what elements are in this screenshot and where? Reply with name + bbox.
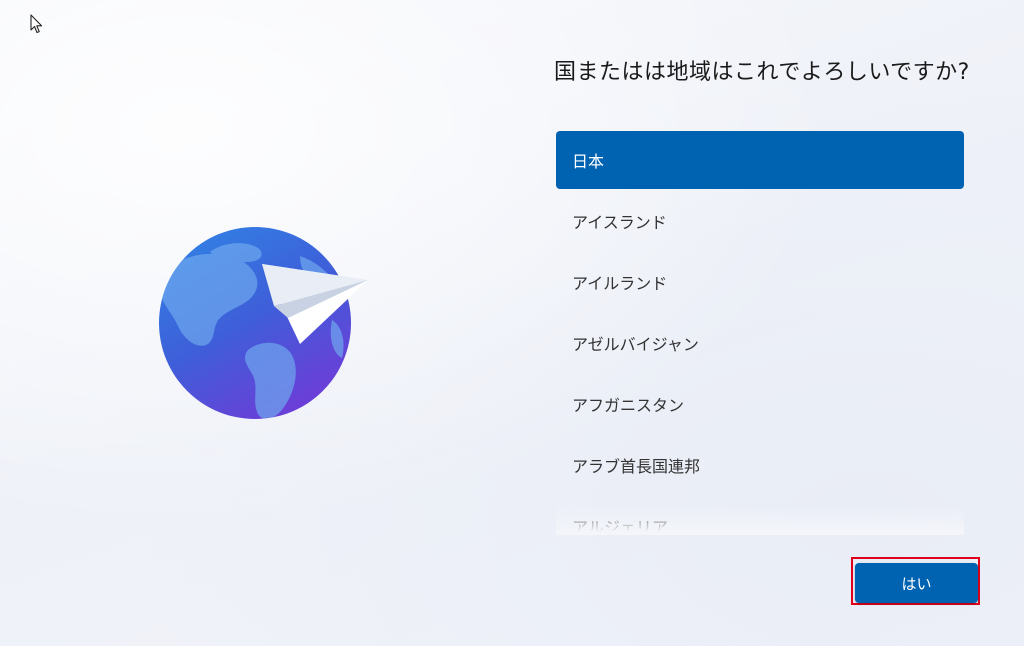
list-item-ireland[interactable]: アイルランド (556, 253, 964, 311)
mouse-pointer-icon (30, 14, 43, 34)
list-item-japan[interactable]: 日本 (556, 131, 964, 189)
list-item-uae[interactable]: アラブ首長国連邦 (556, 436, 964, 494)
oobe-region-screen: 国またはは地域はこれでよろしいですか? 日本 アイスランド アイルランド アゼル… (0, 0, 1024, 646)
page-title: 国またはは地域はこれでよろしいですか? (554, 60, 970, 85)
list-item-algeria[interactable]: アルジェリア (556, 497, 964, 531)
list-item-afghanistan[interactable]: アフガニスタン (556, 375, 964, 433)
list-item-azerbaijan[interactable]: アゼルバイジャン (556, 314, 964, 372)
yes-button[interactable]: はい (855, 563, 978, 603)
globe-paper-plane-icon (159, 227, 368, 419)
list-item-iceland[interactable]: アイスランド (556, 192, 964, 250)
country-list[interactable]: 日本 アイスランド アイルランド アゼルバイジャン アフガニスタン アラブ首長国… (556, 131, 964, 531)
